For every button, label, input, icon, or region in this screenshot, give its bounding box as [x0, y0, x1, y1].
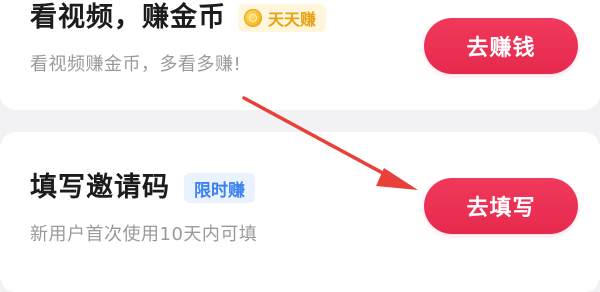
- coin-icon: [244, 9, 262, 27]
- task-subtitle: 新用户首次使用10天内可填: [30, 224, 258, 245]
- task-subtitle: 看视频赚金币，多看多赚!: [30, 54, 242, 75]
- task-title-row: 填写邀请码 限时赚: [30, 170, 255, 206]
- task-title-row: 看视频，赚金币 天天赚: [30, 0, 327, 36]
- earn-money-button[interactable]: 去赚钱: [424, 18, 578, 74]
- limited-time-badge: 限时赚: [184, 173, 255, 203]
- task-title: 填写邀请码: [30, 172, 170, 203]
- badge-label: 限时赚: [194, 180, 245, 201]
- task-card-invite-code: 填写邀请码 限时赚 新用户首次使用10天内可填 去填写: [0, 132, 600, 292]
- daily-earn-badge: 天天赚: [238, 4, 327, 32]
- task-card-watch-video: 看视频，赚金币 天天赚 看视频赚金币，多看多赚! 去赚钱: [0, 0, 600, 110]
- badge-label: 天天赚: [268, 10, 317, 29]
- fill-invite-code-button[interactable]: 去填写: [424, 178, 578, 234]
- task-title: 看视频，赚金币: [30, 2, 226, 33]
